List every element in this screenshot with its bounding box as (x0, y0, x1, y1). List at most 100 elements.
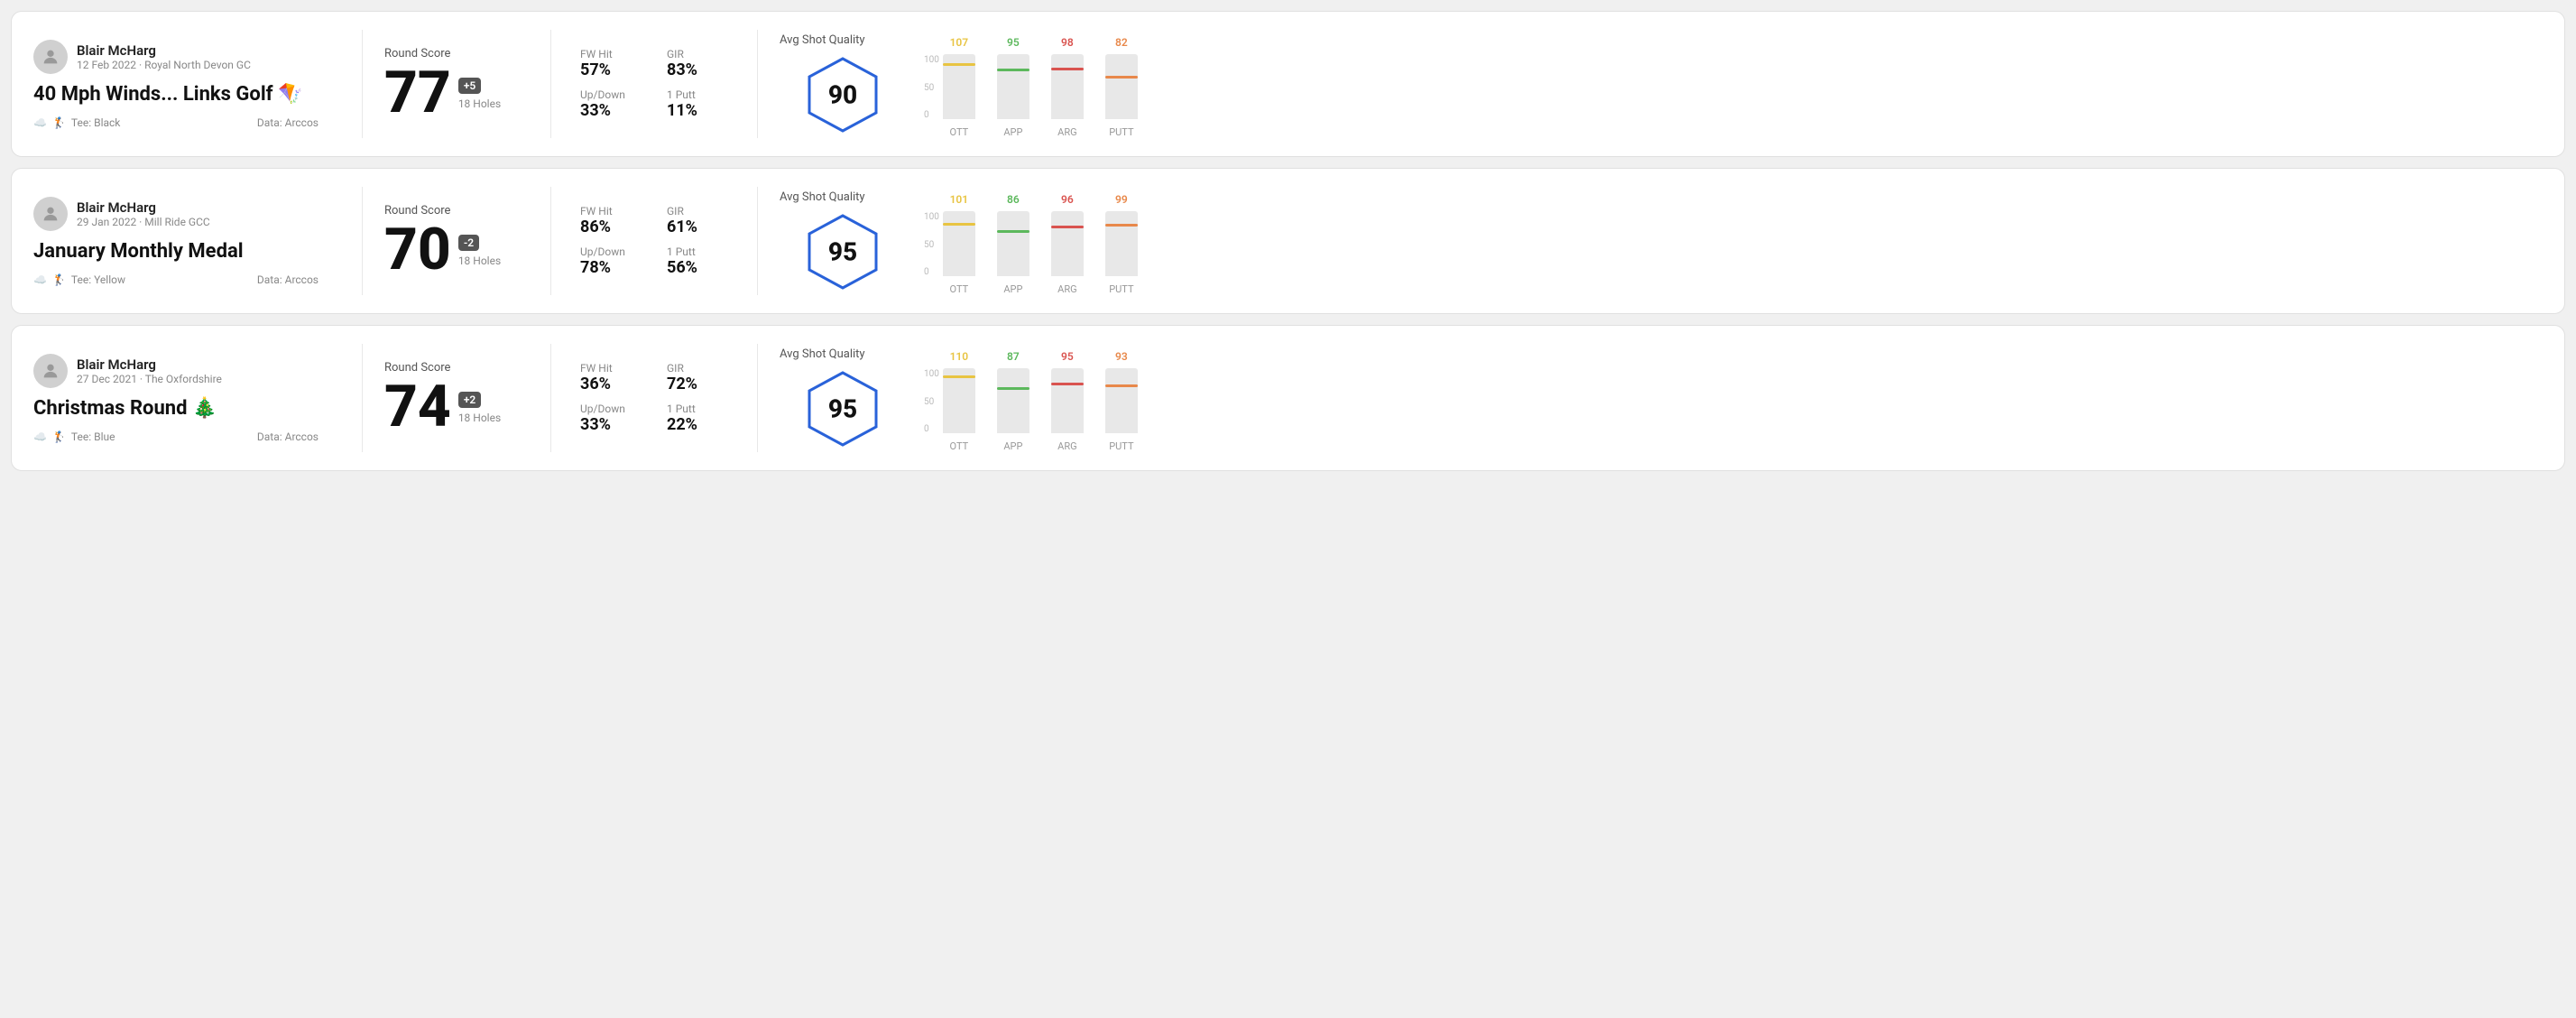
section-score: Round Score 77 +5 18 Holes (384, 47, 529, 122)
tee-row: ☁️ 🏌️ Tee: Blue Data: Arccos (33, 430, 319, 443)
score-holes: 18 Holes (458, 97, 501, 110)
stat-label: FW Hit (580, 362, 649, 375)
chart-y-axis: 100 50 0 (924, 369, 939, 434)
data-source: Data: Arccos (257, 116, 319, 129)
bar-fill (997, 233, 1029, 276)
score-holes: 18 Holes (458, 255, 501, 267)
quality-label: Avg Shot Quality (780, 190, 865, 204)
bar-value: 87 (1007, 350, 1020, 363)
bar-container (1105, 368, 1138, 433)
chart-bar-group: 101 OTT (943, 193, 975, 295)
tee-icons: ☁️ 🏌️ Tee: Blue (33, 430, 115, 443)
stat-item-1: GIR 61% (667, 205, 735, 236)
bar-label: OTT (950, 283, 969, 295)
score-holes: 18 Holes (458, 412, 501, 424)
score-badge-wrap: +5 18 Holes (458, 76, 501, 110)
bar-line (943, 223, 975, 226)
stat-value: 33% (580, 415, 649, 434)
section-quality: Avg Shot Quality 95 (780, 347, 906, 449)
bar-value: 82 (1115, 36, 1128, 49)
bar-label: OTT (950, 126, 969, 138)
bar-value: 99 (1115, 193, 1128, 206)
bar-container (943, 211, 975, 276)
round-card-2: Blair McHarg 27 Dec 2021 · The Oxfordshi… (11, 325, 2565, 471)
player-name: Blair McHarg (77, 356, 222, 373)
chart-bar-group: 110 OTT (943, 350, 975, 452)
stat-label: 1 Putt (667, 403, 735, 415)
bar-value: 98 (1061, 36, 1074, 49)
bar-value: 96 (1061, 193, 1074, 206)
stat-label: Up/Down (580, 88, 649, 101)
bar-container (1051, 54, 1084, 119)
player-name: Blair McHarg (77, 199, 210, 216)
divider-3 (757, 30, 758, 138)
bar-fill (1051, 70, 1084, 119)
score-main: 74 +2 18 Holes (384, 378, 529, 436)
hex-score: 95 (828, 393, 857, 423)
player-info: Blair McHarg 29 Jan 2022 · Mill Ride GCC (77, 199, 210, 228)
round-card-0: Blair McHarg 12 Feb 2022 · Royal North D… (11, 11, 2565, 157)
bar-container (1051, 211, 1084, 276)
section-score: Round Score 74 +2 18 Holes (384, 361, 529, 436)
bar-line (1051, 383, 1084, 385)
bar-fill (1105, 227, 1138, 276)
stat-item-0: FW Hit 86% (580, 205, 649, 236)
bar-fill (943, 226, 975, 276)
bar-label: ARG (1057, 126, 1076, 138)
stat-label: Up/Down (580, 403, 649, 415)
tee-label: Tee: Yellow (71, 273, 125, 286)
divider-3 (757, 344, 758, 452)
bar-value: 93 (1115, 350, 1128, 363)
round-title: Christmas Round 🎄 (33, 397, 319, 420)
data-source: Data: Arccos (257, 273, 319, 286)
chart-wrapper: 100 50 0 107 OTT 95 APP (924, 30, 2543, 138)
stat-value: 86% (580, 217, 649, 236)
y-label-0: 0 (924, 267, 939, 277)
bar-container (943, 54, 975, 119)
score-number: 74 (384, 378, 451, 436)
chart-wrapper: 100 50 0 101 OTT 86 APP (924, 187, 2543, 295)
bar-label: ARG (1057, 283, 1076, 295)
stat-value: 78% (580, 258, 649, 277)
round-card-1: Blair McHarg 29 Jan 2022 · Mill Ride GCC… (11, 168, 2565, 314)
bar-value: 101 (950, 193, 969, 206)
bar-fill (1105, 387, 1138, 434)
score-number: 77 (384, 64, 451, 122)
bar-value: 95 (1007, 36, 1020, 49)
y-label-0: 0 (924, 110, 939, 120)
tee-row: ☁️ 🏌️ Tee: Black Data: Arccos (33, 116, 319, 129)
score-main: 77 +5 18 Holes (384, 64, 529, 122)
bar-line (943, 375, 975, 378)
stat-item-2: Up/Down 33% (580, 403, 649, 434)
bar-container (1105, 211, 1138, 276)
bar-value: 110 (950, 350, 969, 363)
stat-label: GIR (667, 362, 735, 375)
bar-container (997, 211, 1029, 276)
score-badge-wrap: -2 18 Holes (458, 233, 501, 267)
stat-value: 36% (580, 375, 649, 393)
bar-fill (1051, 385, 1084, 433)
divider-3 (757, 187, 758, 295)
divider-2 (550, 344, 551, 452)
stat-value: 57% (580, 60, 649, 79)
bar-fill (943, 378, 975, 433)
stat-label: 1 Putt (667, 88, 735, 101)
bar-label: PUTT (1109, 126, 1133, 138)
chart-bar-group: 95 APP (997, 36, 1029, 138)
hex-score: 90 (828, 79, 857, 109)
stat-item-1: GIR 72% (667, 362, 735, 393)
chart-bar-group: 87 APP (997, 350, 1029, 452)
tee-label: Tee: Blue (71, 430, 115, 443)
quality-label: Avg Shot Quality (780, 33, 865, 47)
score-number: 70 (384, 221, 451, 279)
stat-value: 56% (667, 258, 735, 277)
bar-value: 107 (950, 36, 969, 49)
bag-icon: 🏌️ (52, 116, 66, 129)
stat-item-3: 1 Putt 56% (667, 245, 735, 277)
bar-label: PUTT (1109, 283, 1133, 295)
stat-item-1: GIR 83% (667, 48, 735, 79)
stat-item-0: FW Hit 36% (580, 362, 649, 393)
section-player: Blair McHarg 27 Dec 2021 · The Oxfordshi… (33, 354, 340, 443)
quality-label: Avg Shot Quality (780, 347, 865, 361)
player-header: Blair McHarg 12 Feb 2022 · Royal North D… (33, 40, 319, 74)
